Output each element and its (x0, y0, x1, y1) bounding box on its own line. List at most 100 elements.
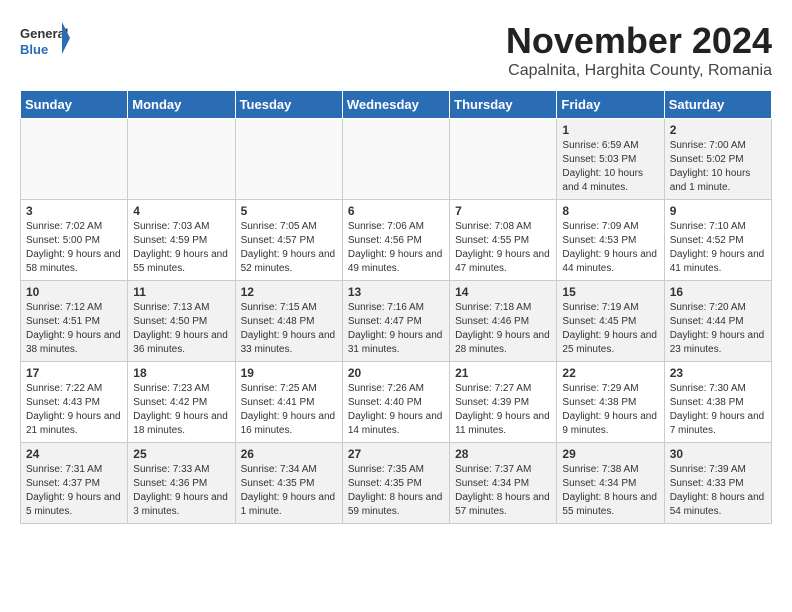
calendar-cell: 23 Sunrise: 7:30 AMSunset: 4:38 PMDayligh… (664, 362, 771, 443)
day-info: Sunrise: 7:23 AMSunset: 4:42 PMDaylight:… (133, 382, 229, 438)
day-number: 1 (562, 123, 658, 137)
header-day: Friday (557, 91, 664, 119)
day-number: 19 (241, 366, 337, 380)
day-number: 10 (26, 285, 122, 299)
day-number: 24 (26, 447, 122, 461)
day-number: 4 (133, 204, 229, 218)
svg-text:Blue: Blue (20, 42, 48, 57)
logo: General Blue (20, 20, 70, 65)
calendar-cell: 21Sunrise: 7:27 AMSunset: 4:39 PMDayligh… (450, 362, 557, 443)
day-number: 26 (241, 447, 337, 461)
day-info: Sunrise: 7:39 AMSunset: 4:33 PMDaylight:… (670, 463, 766, 519)
calendar-cell: 13Sunrise: 7:16 AMSunset: 4:47 PMDayligh… (342, 281, 449, 362)
header: General Blue November 2024 Capalnita, Ha… (20, 20, 772, 80)
day-number: 25 (133, 447, 229, 461)
calendar-cell: 4 Sunrise: 7:03 AMSunset: 4:59 PMDaylight… (128, 200, 235, 281)
day-number: 3 (26, 204, 122, 218)
day-number: 8 (562, 204, 658, 218)
calendar-table: SundayMondayTuesdayWednesdayThursdayFrid… (20, 90, 772, 524)
calendar-header-row: SundayMondayTuesdayWednesdayThursdayFrid… (21, 91, 772, 119)
calendar-cell: 19 Sunrise: 7:25 AMSunset: 4:41 PMDayligh… (235, 362, 342, 443)
calendar-cell: 6 Sunrise: 7:06 AMSunset: 4:56 PMDaylight… (342, 200, 449, 281)
calendar-cell: 28Sunrise: 7:37 AMSunset: 4:34 PMDayligh… (450, 443, 557, 524)
day-info: Sunrise: 7:18 AMSunset: 4:46 PMDaylight:… (455, 301, 551, 357)
header-day: Tuesday (235, 91, 342, 119)
day-info: Sunrise: 7:31 AMSunset: 4:37 PMDaylight:… (26, 463, 122, 519)
title-block: November 2024 Capalnita, Harghita County… (506, 20, 772, 80)
svg-text:General: General (20, 26, 68, 41)
calendar-cell: 25 Sunrise: 7:33 AMSunset: 4:36 PMDayligh… (128, 443, 235, 524)
day-number: 23 (670, 366, 766, 380)
day-number: 11 (133, 285, 229, 299)
day-info: Sunrise: 7:38 AMSunset: 4:34 PMDaylight:… (562, 463, 658, 519)
calendar-cell: 18 Sunrise: 7:23 AMSunset: 4:42 PMDayligh… (128, 362, 235, 443)
day-info: Sunrise: 7:30 AMSunset: 4:38 PMDaylight:… (670, 382, 766, 438)
calendar-cell: 30 Sunrise: 7:39 AMSunset: 4:33 PMDayligh… (664, 443, 771, 524)
day-number: 5 (241, 204, 337, 218)
day-info: Sunrise: 6:59 AMSunset: 5:03 PMDaylight:… (562, 139, 658, 195)
calendar-week-row: 24 Sunrise: 7:31 AMSunset: 4:37 PMDayligh… (21, 443, 772, 524)
day-info: Sunrise: 7:03 AMSunset: 4:59 PMDaylight:… (133, 220, 229, 276)
day-number: 16 (670, 285, 766, 299)
day-number: 13 (348, 285, 444, 299)
calendar-cell: 14 Sunrise: 7:18 AMSunset: 4:46 PMDayligh… (450, 281, 557, 362)
calendar-cell (21, 119, 128, 200)
calendar-cell: 2 Sunrise: 7:00 AMSunset: 5:02 PMDaylight… (664, 119, 771, 200)
calendar-cell: 5 Sunrise: 7:05 AMSunset: 4:57 PMDaylight… (235, 200, 342, 281)
day-info: Sunrise: 7:22 AMSunset: 4:43 PMDaylight:… (26, 382, 122, 438)
logo-svg: General Blue (20, 20, 70, 65)
day-info: Sunrise: 7:06 AMSunset: 4:56 PMDaylight:… (348, 220, 444, 276)
day-number: 7 (455, 204, 551, 218)
day-info: Sunrise: 7:10 AMSunset: 4:52 PMDaylight:… (670, 220, 766, 276)
header-day: Wednesday (342, 91, 449, 119)
day-number: 14 (455, 285, 551, 299)
day-number: 17 (26, 366, 122, 380)
day-number: 30 (670, 447, 766, 461)
day-info: Sunrise: 7:19 AMSunset: 4:45 PMDaylight:… (562, 301, 658, 357)
day-info: Sunrise: 7:25 AMSunset: 4:41 PMDaylight:… (241, 382, 337, 438)
calendar-cell: 22Sunrise: 7:29 AMSunset: 4:38 PMDayligh… (557, 362, 664, 443)
day-number: 27 (348, 447, 444, 461)
day-info: Sunrise: 7:20 AMSunset: 4:44 PMDaylight:… (670, 301, 766, 357)
calendar-cell: 16 Sunrise: 7:20 AMSunset: 4:44 PMDayligh… (664, 281, 771, 362)
day-number: 21 (455, 366, 551, 380)
day-info: Sunrise: 7:09 AMSunset: 4:53 PMDaylight:… (562, 220, 658, 276)
calendar-cell: 17 Sunrise: 7:22 AMSunset: 4:43 PMDayligh… (21, 362, 128, 443)
calendar-cell: 9 Sunrise: 7:10 AMSunset: 4:52 PMDaylight… (664, 200, 771, 281)
calendar-week-row: 10Sunrise: 7:12 AMSunset: 4:51 PMDayligh… (21, 281, 772, 362)
calendar-cell: 26Sunrise: 7:34 AMSunset: 4:35 PMDayligh… (235, 443, 342, 524)
day-number: 15 (562, 285, 658, 299)
day-info: Sunrise: 7:13 AMSunset: 4:50 PMDaylight:… (133, 301, 229, 357)
calendar-cell (235, 119, 342, 200)
calendar-cell: 20Sunrise: 7:26 AMSunset: 4:40 PMDayligh… (342, 362, 449, 443)
calendar-cell (450, 119, 557, 200)
header-day: Sunday (21, 91, 128, 119)
day-info: Sunrise: 7:35 AMSunset: 4:35 PMDaylight:… (348, 463, 444, 519)
day-number: 12 (241, 285, 337, 299)
calendar-cell (342, 119, 449, 200)
day-number: 29 (562, 447, 658, 461)
day-info: Sunrise: 7:15 AMSunset: 4:48 PMDaylight:… (241, 301, 337, 357)
calendar-week-row: 1 Sunrise: 6:59 AMSunset: 5:03 PMDaylight… (21, 119, 772, 200)
day-info: Sunrise: 7:26 AMSunset: 4:40 PMDaylight:… (348, 382, 444, 438)
day-info: Sunrise: 7:33 AMSunset: 4:36 PMDaylight:… (133, 463, 229, 519)
day-info: Sunrise: 7:02 AMSunset: 5:00 PMDaylight:… (26, 220, 122, 276)
day-number: 6 (348, 204, 444, 218)
header-day: Monday (128, 91, 235, 119)
header-day: Thursday (450, 91, 557, 119)
calendar-cell: 10Sunrise: 7:12 AMSunset: 4:51 PMDayligh… (21, 281, 128, 362)
location-title: Capalnita, Harghita County, Romania (506, 62, 772, 80)
calendar-week-row: 17 Sunrise: 7:22 AMSunset: 4:43 PMDayligh… (21, 362, 772, 443)
day-info: Sunrise: 7:37 AMSunset: 4:34 PMDaylight:… (455, 463, 551, 519)
calendar-cell: 12 Sunrise: 7:15 AMSunset: 4:48 PMDayligh… (235, 281, 342, 362)
calendar-cell: 1 Sunrise: 6:59 AMSunset: 5:03 PMDaylight… (557, 119, 664, 200)
calendar-cell: 29 Sunrise: 7:38 AMSunset: 4:34 PMDayligh… (557, 443, 664, 524)
day-number: 2 (670, 123, 766, 137)
calendar-cell (128, 119, 235, 200)
day-info: Sunrise: 7:05 AMSunset: 4:57 PMDaylight:… (241, 220, 337, 276)
calendar-cell: 24 Sunrise: 7:31 AMSunset: 4:37 PMDayligh… (21, 443, 128, 524)
day-info: Sunrise: 7:00 AMSunset: 5:02 PMDaylight:… (670, 139, 766, 195)
day-number: 9 (670, 204, 766, 218)
day-number: 18 (133, 366, 229, 380)
day-number: 22 (562, 366, 658, 380)
